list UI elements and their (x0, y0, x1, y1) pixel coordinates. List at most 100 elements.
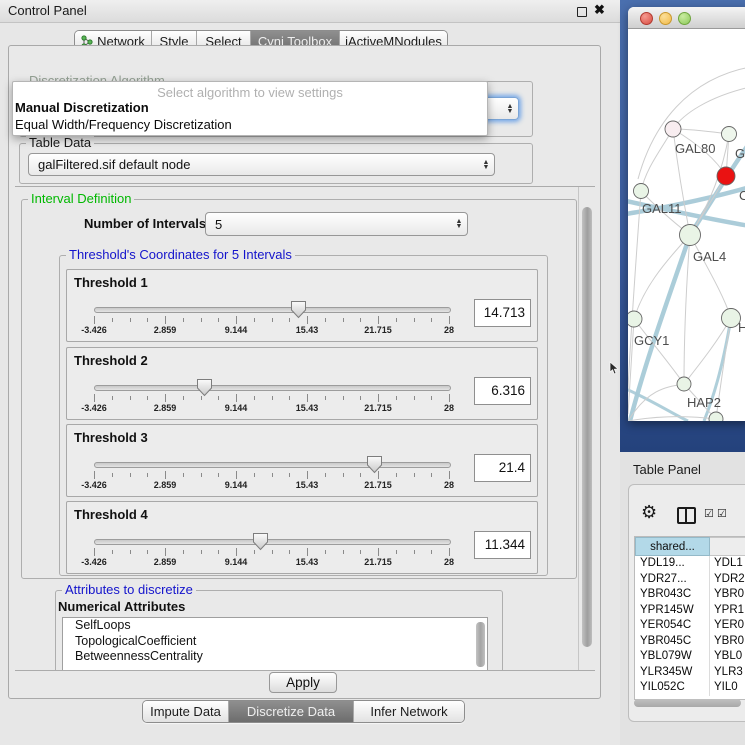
slider-tick (201, 396, 202, 400)
popup-item-equal-width[interactable]: Equal Width/Frequency Discretization (13, 117, 487, 134)
close-traffic-light-icon[interactable] (640, 12, 653, 25)
table-row[interactable]: YER054CYER0 (635, 618, 745, 634)
network-window[interactable]: GAL80GACGAL11GAL4GCY1HHAP2 (628, 7, 745, 421)
close-icon[interactable]: ✖ (594, 2, 605, 18)
zoom-traffic-light-icon[interactable] (678, 12, 691, 25)
slider-track[interactable] (94, 307, 451, 313)
column-header-shared-name[interactable]: shared... (635, 537, 710, 556)
table-cell: YDR27... (635, 572, 710, 588)
tab-infer-network[interactable]: Infer Network (353, 701, 464, 722)
network-node-ga[interactable] (722, 127, 737, 142)
slider-tick (112, 396, 113, 400)
network-node-gal80[interactable] (665, 121, 681, 137)
table-row[interactable]: YDL19...YDL1 (635, 556, 745, 572)
combo-stepper-icon: ▲▼ (502, 104, 518, 114)
slider-track[interactable] (94, 385, 451, 391)
node-table[interactable]: shared... n YDL19...YDL1YDR27...YDR2YBR0… (634, 536, 745, 700)
tab-discretize-data[interactable]: Discretize Data (228, 701, 353, 722)
table-horizontal-scrollbar[interactable] (634, 699, 741, 707)
slider-tick (325, 318, 326, 322)
interval-definition-title: Interval Definition (28, 192, 134, 206)
tab-discretize-label: Discretize Data (247, 704, 335, 719)
table-row[interactable]: YBL079WYBL0 (635, 649, 745, 665)
table-row[interactable]: YLR345WYLR3 (635, 665, 745, 681)
table-data-title: Table Data (26, 136, 94, 150)
threshold-value-field[interactable]: 14.713 (474, 299, 531, 327)
network-node-gal11[interactable] (634, 184, 649, 199)
number-of-intervals-spinner[interactable]: 5 ▲▼ (205, 212, 468, 236)
table-row[interactable]: YBR045CYBR0 (635, 634, 745, 650)
settings-scroll-area: Interval Definition Number of Intervals … (15, 186, 595, 671)
float-window-icon[interactable] (577, 7, 587, 17)
slider-tick (396, 318, 397, 322)
panel-title: Control Panel (8, 3, 87, 18)
slider-tick (343, 550, 344, 554)
node-label: GAL4 (693, 249, 726, 264)
settings-scrollbar[interactable] (582, 207, 592, 647)
minimize-traffic-light-icon[interactable] (659, 12, 672, 25)
popup-item-manual[interactable]: Manual Discretization (13, 100, 487, 117)
table-body: YDL19...YDL1YDR27...YDR2YBR043CYBR0YPR14… (635, 556, 745, 696)
threshold-value-field[interactable]: 11.344 (474, 531, 531, 559)
slider-tick (130, 550, 131, 554)
threshold-slider[interactable]: -3.4262.8599.14415.4321.71528 (94, 348, 449, 419)
slider-track[interactable] (94, 462, 451, 468)
slider-tick (147, 550, 148, 554)
attributes-group-title: Attributes to discretize (62, 583, 196, 597)
thresholds-group-title: Threshold's Coordinates for 5 Intervals (66, 248, 295, 262)
numerical-attributes-list[interactable]: SelfLoopsTopologicalCoefficientBetweenne… (62, 617, 488, 671)
slider-tick-label: 21.715 (364, 403, 392, 413)
table-row[interactable]: YDR27...YDR2 (635, 572, 745, 588)
column-header-name[interactable]: n (710, 537, 745, 556)
gear-icon[interactable]: ⚙ (641, 503, 657, 521)
table-cell: YBR043C (635, 587, 710, 603)
tab-impute-label: Impute Data (150, 704, 221, 719)
table-cell: YER054C (635, 618, 710, 634)
network-node-gcy1[interactable] (628, 311, 642, 327)
slider-tick (378, 548, 379, 556)
network-view[interactable]: GAL80GACGAL11GAL4GCY1HHAP2 (628, 29, 745, 421)
split-columns-icon[interactable] (677, 507, 696, 524)
network-node-c[interactable] (717, 167, 735, 185)
attribute-list-item[interactable]: BetweennessCentrality (63, 649, 487, 665)
threshold-value-field[interactable]: 6.316 (474, 377, 531, 405)
table-cell: YER0 (710, 618, 745, 634)
slider-tick-label: 28 (444, 480, 454, 490)
attribute-list-item[interactable]: TopologicalCoefficient (63, 634, 487, 650)
table-cell: YLR345W (635, 665, 710, 681)
slider-tick (431, 473, 432, 477)
slider-tick (218, 473, 219, 477)
node-label: GAL80 (675, 141, 715, 156)
threshold-slider[interactable]: -3.4262.8599.14415.4321.71528 (94, 270, 449, 341)
table-cell: YPR145W (635, 603, 710, 619)
slider-tick (307, 316, 308, 324)
network-node-gal4[interactable] (680, 225, 701, 246)
table-row[interactable]: YPR145WYPR1 (635, 603, 745, 619)
slider-tick-labels: -3.4262.8599.14415.4321.71528 (94, 403, 449, 413)
threshold-slider[interactable]: -3.4262.8599.14415.4321.71528 (94, 502, 449, 573)
tab-impute-data[interactable]: Impute Data (143, 701, 228, 722)
slider-tick-label: 2.859 (154, 325, 177, 335)
slider-tick (147, 473, 148, 477)
list-scrollbar[interactable] (476, 622, 485, 667)
attribute-list-item[interactable]: SelfLoops (63, 618, 487, 634)
checkbox-icon[interactable]: ☑ (717, 507, 727, 520)
table-row[interactable]: YIL052CYIL0 (635, 680, 745, 696)
slider-ticks (94, 548, 449, 556)
network-node-hap2[interactable] (677, 377, 691, 391)
slider-tick (289, 473, 290, 477)
slider-tick (414, 318, 415, 322)
table-row[interactable]: YBR043CYBR0 (635, 587, 745, 603)
threshold-slider[interactable]: -3.4262.8599.14415.4321.71528 (94, 425, 449, 496)
slider-track[interactable] (94, 539, 451, 545)
tab-infer-label: Infer Network (370, 704, 447, 719)
checkbox-icon[interactable]: ☑ (704, 507, 714, 520)
apply-button[interactable]: Apply (269, 672, 337, 693)
table-data-combo[interactable]: galFiltered.sif default node ▲▼ (28, 153, 495, 176)
slider-tick-label: 21.715 (364, 480, 392, 490)
slider-tick-label: 9.144 (225, 557, 248, 567)
threshold-value-field[interactable]: 21.4 (474, 454, 531, 482)
slider-tick (183, 396, 184, 400)
slider-tick-label: 9.144 (225, 403, 248, 413)
table-cell: YDL1 (710, 556, 745, 572)
